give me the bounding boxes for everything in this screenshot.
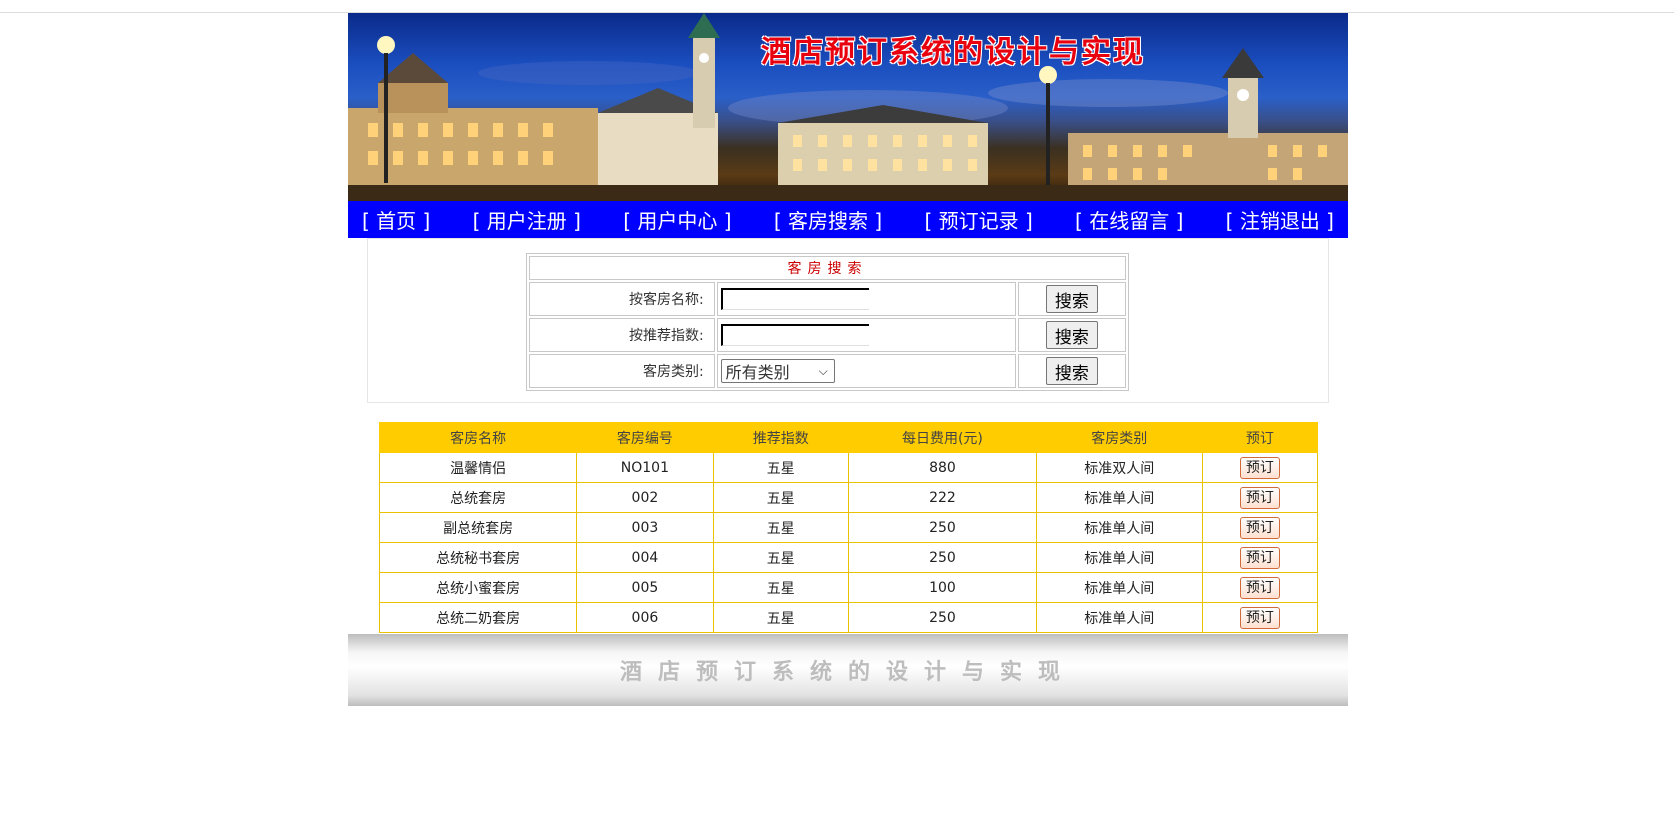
search-title: 客房搜索: [529, 256, 1126, 280]
category-selected-value: 所有类别: [725, 363, 790, 382]
price-cell: 250: [848, 542, 1037, 573]
room-number-cell: 002: [576, 482, 714, 513]
room-name-cell: 总统秘书套房: [378, 542, 578, 573]
col-room-number: 客房编号: [576, 422, 714, 453]
nav-register[interactable]: [ 用户注册 ]: [473, 205, 581, 234]
room-name-cell: 副总统套房: [378, 512, 578, 543]
footer-title: 酒店预订系统的设计与实现: [619, 659, 1076, 685]
room-search-form: 客房搜索 按客房名称: 搜索 按推荐指数: 搜索 客房类别: 所有类别 ⌵ 搜索: [526, 253, 1129, 391]
nav-user-center[interactable]: [ 用户中心 ]: [623, 205, 731, 234]
room-number-cell: 006: [576, 602, 714, 633]
room-name-cell: 总统套房: [378, 482, 578, 513]
category-cell: 标准单人间: [1035, 512, 1203, 543]
search-by-name-button[interactable]: 搜索: [1045, 285, 1098, 313]
category-cell: 标准单人间: [1035, 572, 1203, 603]
book-button[interactable]: 预订: [1239, 456, 1280, 479]
search-category-label: 客房类别:: [529, 354, 715, 388]
category-cell: 标准单人间: [1035, 602, 1203, 633]
price-cell: 250: [848, 602, 1037, 633]
banner-title: 酒店预订系统的设计与实现: [761, 35, 1145, 70]
nav-online-message[interactable]: [ 在线留言 ]: [1075, 205, 1183, 234]
table-row: 总统小蜜套房 005 五星 100 标准单人间 预订: [378, 572, 1319, 603]
main-nav: [ 首页 ] [ 用户注册 ] [ 用户中心 ] [ 客房搜索 ] [ 预订记录…: [348, 201, 1348, 238]
room-number-cell: 003: [576, 512, 714, 543]
table-row: 温馨情侣 NO101 五星 880 标准双人间 预订: [378, 452, 1319, 483]
room-number-cell: 005: [576, 572, 714, 603]
page-wrapper: 酒店预订系统的设计与实现 [ 首页 ] [ 用户注册 ] [ 用户中心 ] [ …: [348, 13, 1348, 706]
rating-cell: 五星: [712, 452, 850, 483]
price-cell: 250: [848, 512, 1037, 543]
category-cell: 标准双人间: [1035, 452, 1203, 483]
rating-cell: 五星: [712, 542, 850, 573]
price-cell: 880: [848, 452, 1037, 483]
header-banner: 酒店预订系统的设计与实现: [348, 13, 1348, 201]
col-book: 预订: [1201, 422, 1319, 453]
col-room-category: 客房类别: [1035, 422, 1203, 453]
col-rating: 推荐指数: [712, 422, 850, 453]
rating-cell: 五星: [712, 512, 850, 543]
category-select[interactable]: 所有类别 ⌵: [720, 359, 835, 383]
room-number-cell: 004: [576, 542, 714, 573]
price-cell: 222: [848, 482, 1037, 513]
rating-cell: 五星: [712, 482, 850, 513]
col-room-name: 客房名称: [378, 422, 578, 453]
category-cell: 标准单人间: [1035, 482, 1203, 513]
rating-input[interactable]: [720, 324, 869, 346]
category-cell: 标准单人间: [1035, 542, 1203, 573]
book-button[interactable]: 预订: [1239, 486, 1280, 509]
book-button[interactable]: 预订: [1239, 516, 1280, 539]
search-by-category-button[interactable]: 搜索: [1045, 357, 1098, 385]
book-button[interactable]: 预订: [1239, 576, 1280, 599]
page-footer: 酒店预订系统的设计与实现: [348, 634, 1348, 706]
nav-logout[interactable]: [ 注销退出 ]: [1226, 205, 1334, 234]
table-row: 总统套房 002 五星 222 标准单人间 预订: [378, 482, 1319, 513]
rating-cell: 五星: [712, 602, 850, 633]
rating-cell: 五星: [712, 572, 850, 603]
room-number-cell: NO101: [576, 452, 714, 483]
search-by-rating-button[interactable]: 搜索: [1045, 321, 1098, 349]
search-name-label: 按客房名称:: [529, 282, 715, 316]
table-row: 副总统套房 003 五星 250 标准单人间 预订: [378, 512, 1319, 543]
table-row: 总统秘书套房 004 五星 250 标准单人间 预订: [378, 542, 1319, 573]
chevron-down-icon: ⌵: [818, 364, 828, 378]
price-cell: 100: [848, 572, 1037, 603]
room-name-cell: 温馨情侣: [378, 452, 578, 483]
book-button[interactable]: 预订: [1239, 606, 1280, 629]
search-rating-label: 按推荐指数:: [529, 318, 715, 352]
nav-booking-records[interactable]: [ 预订记录 ]: [924, 205, 1032, 234]
nav-home[interactable]: [ 首页 ]: [362, 205, 430, 234]
table-header-row: 客房名称 客房编号 推荐指数 每日费用(元) 客房类别 预订: [378, 422, 1319, 453]
room-list-table: 客房名称 客房编号 推荐指数 每日费用(元) 客房类别 预订 温馨情侣 NO10…: [378, 422, 1319, 633]
nav-room-search[interactable]: [ 客房搜索 ]: [774, 205, 882, 234]
room-name-cell: 总统小蜜套房: [378, 572, 578, 603]
table-row: 总统二奶套房 006 五星 250 标准单人间 预订: [378, 602, 1319, 633]
book-button[interactable]: 预订: [1239, 546, 1280, 569]
room-name-input[interactable]: [720, 288, 869, 310]
col-daily-price: 每日费用(元): [848, 422, 1037, 453]
room-name-cell: 总统二奶套房: [378, 602, 578, 633]
